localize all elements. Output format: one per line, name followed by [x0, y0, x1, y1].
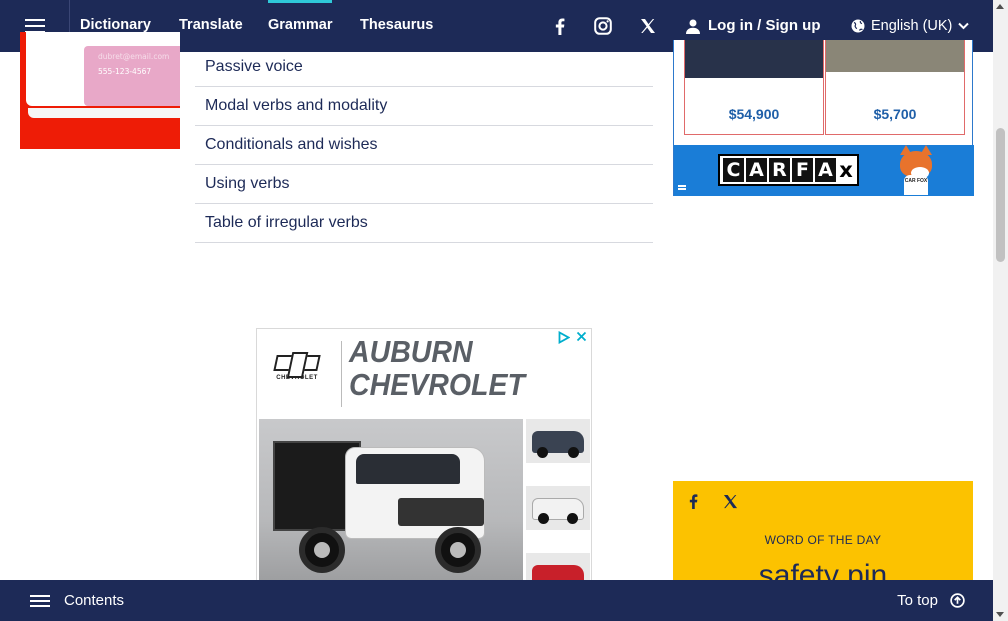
page-scrollbar[interactable]	[993, 0, 1008, 621]
word-of-the-day-panel: WORD OF THE DAY safety pin	[673, 481, 973, 591]
dealer-name: AUBURN CHEVROLET	[349, 335, 525, 401]
adchoices-icon[interactable]	[558, 331, 570, 344]
ad-menu-icon[interactable]	[678, 185, 686, 190]
carfax-letter: x	[838, 158, 854, 182]
grammar-topic-list: Passive voice Modal verbs and modality C…	[195, 48, 653, 243]
facebook-share-icon[interactable]	[683, 491, 703, 511]
list-icon	[30, 592, 50, 610]
nav-link-thesaurus[interactable]: Thesaurus	[360, 0, 433, 52]
scroll-up-arrow-icon[interactable]	[996, 4, 1004, 9]
vehicle-thumbnail-1[interactable]	[526, 419, 590, 463]
carfax-letter: F	[792, 158, 813, 182]
listing-card-2[interactable]: $5,700	[825, 40, 965, 135]
listing-price-2: $5,700	[873, 106, 917, 122]
contents-label: Contents	[64, 592, 125, 609]
to-top-button[interactable]: To top	[897, 580, 965, 621]
ad-card-mockup: dubret@email.com 555-123-4567	[26, 32, 180, 106]
ad-card-base	[28, 108, 180, 118]
listing-price-1: $54,900	[728, 106, 780, 122]
chevron-down-icon	[958, 22, 970, 30]
contents-button[interactable]: Contents	[30, 580, 124, 621]
bottom-bar: Contents To top	[0, 580, 993, 621]
to-top-label: To top	[897, 592, 938, 609]
carfax-letter: C	[723, 158, 744, 182]
truck-rear-wheel	[299, 527, 345, 573]
scrollbar-thumb[interactable]	[996, 128, 1005, 262]
bowtie-icon	[273, 355, 321, 371]
ad-phone-text: 555-123-4567	[98, 67, 152, 76]
list-item-conditionals[interactable]: Conditionals and wishes	[195, 126, 653, 165]
scroll-down-arrow-icon[interactable]	[996, 612, 1004, 617]
carfax-logo: C A R F A x	[718, 154, 859, 186]
left-advertisement[interactable]: dubret@email.com 555-123-4567	[20, 32, 180, 149]
arrow-up-circle-icon	[950, 593, 965, 608]
carfox-shirt-text: CAR FOX	[904, 175, 928, 195]
user-icon	[686, 19, 700, 34]
dealer-name-line2: CHEVROLET	[349, 367, 525, 402]
x-share-icon[interactable]	[720, 491, 740, 511]
carfax-letter: A	[815, 158, 836, 182]
ad-contact-panel: dubret@email.com 555-123-4567	[84, 46, 180, 106]
ad-choices[interactable]	[558, 331, 587, 344]
list-item-using-verbs[interactable]: Using verbs	[195, 165, 653, 204]
carfax-letter: A	[746, 158, 767, 182]
truck-front-wheel	[435, 527, 481, 573]
carfax-banner[interactable]: C A R F A x CAR FOX	[674, 145, 974, 196]
nav-link-translate[interactable]: Translate	[179, 0, 243, 52]
listing-photo-1	[685, 40, 823, 78]
ad-divider	[341, 341, 342, 407]
close-icon[interactable]	[576, 331, 587, 342]
truck-cab	[345, 447, 485, 539]
instagram-icon[interactable]	[591, 14, 615, 38]
dealer-name-line1: AUBURN	[349, 334, 473, 369]
right-advertisement[interactable]: $54,900 $5,700 C A R F A x CAR FOX	[673, 40, 974, 196]
listing-card-1[interactable]: $54,900	[684, 40, 824, 135]
listing-photo-2	[826, 40, 964, 72]
globe-icon	[851, 19, 865, 33]
center-advertisement[interactable]: CHEVROLET AUBURN CHEVROLET	[256, 328, 592, 588]
carfox-mascot-icon: CAR FOX	[896, 145, 936, 195]
list-item-passive-voice[interactable]: Passive voice	[195, 48, 653, 87]
carfax-letter: R	[769, 158, 790, 182]
chevrolet-logo: CHEVROLET	[273, 355, 321, 381]
truck-photo	[259, 419, 523, 587]
x-icon[interactable]	[636, 14, 660, 38]
vehicle-thumbnail-2[interactable]	[526, 486, 590, 530]
list-item-modal-verbs[interactable]: Modal verbs and modality	[195, 87, 653, 126]
ad-email-text: dubret@email.com	[98, 52, 170, 61]
word-of-the-day-label: WORD OF THE DAY	[764, 533, 882, 547]
nav-link-grammar[interactable]: Grammar	[268, 0, 333, 52]
list-item-irregular-verbs[interactable]: Table of irregular verbs	[195, 204, 653, 243]
facebook-icon[interactable]	[548, 14, 572, 38]
